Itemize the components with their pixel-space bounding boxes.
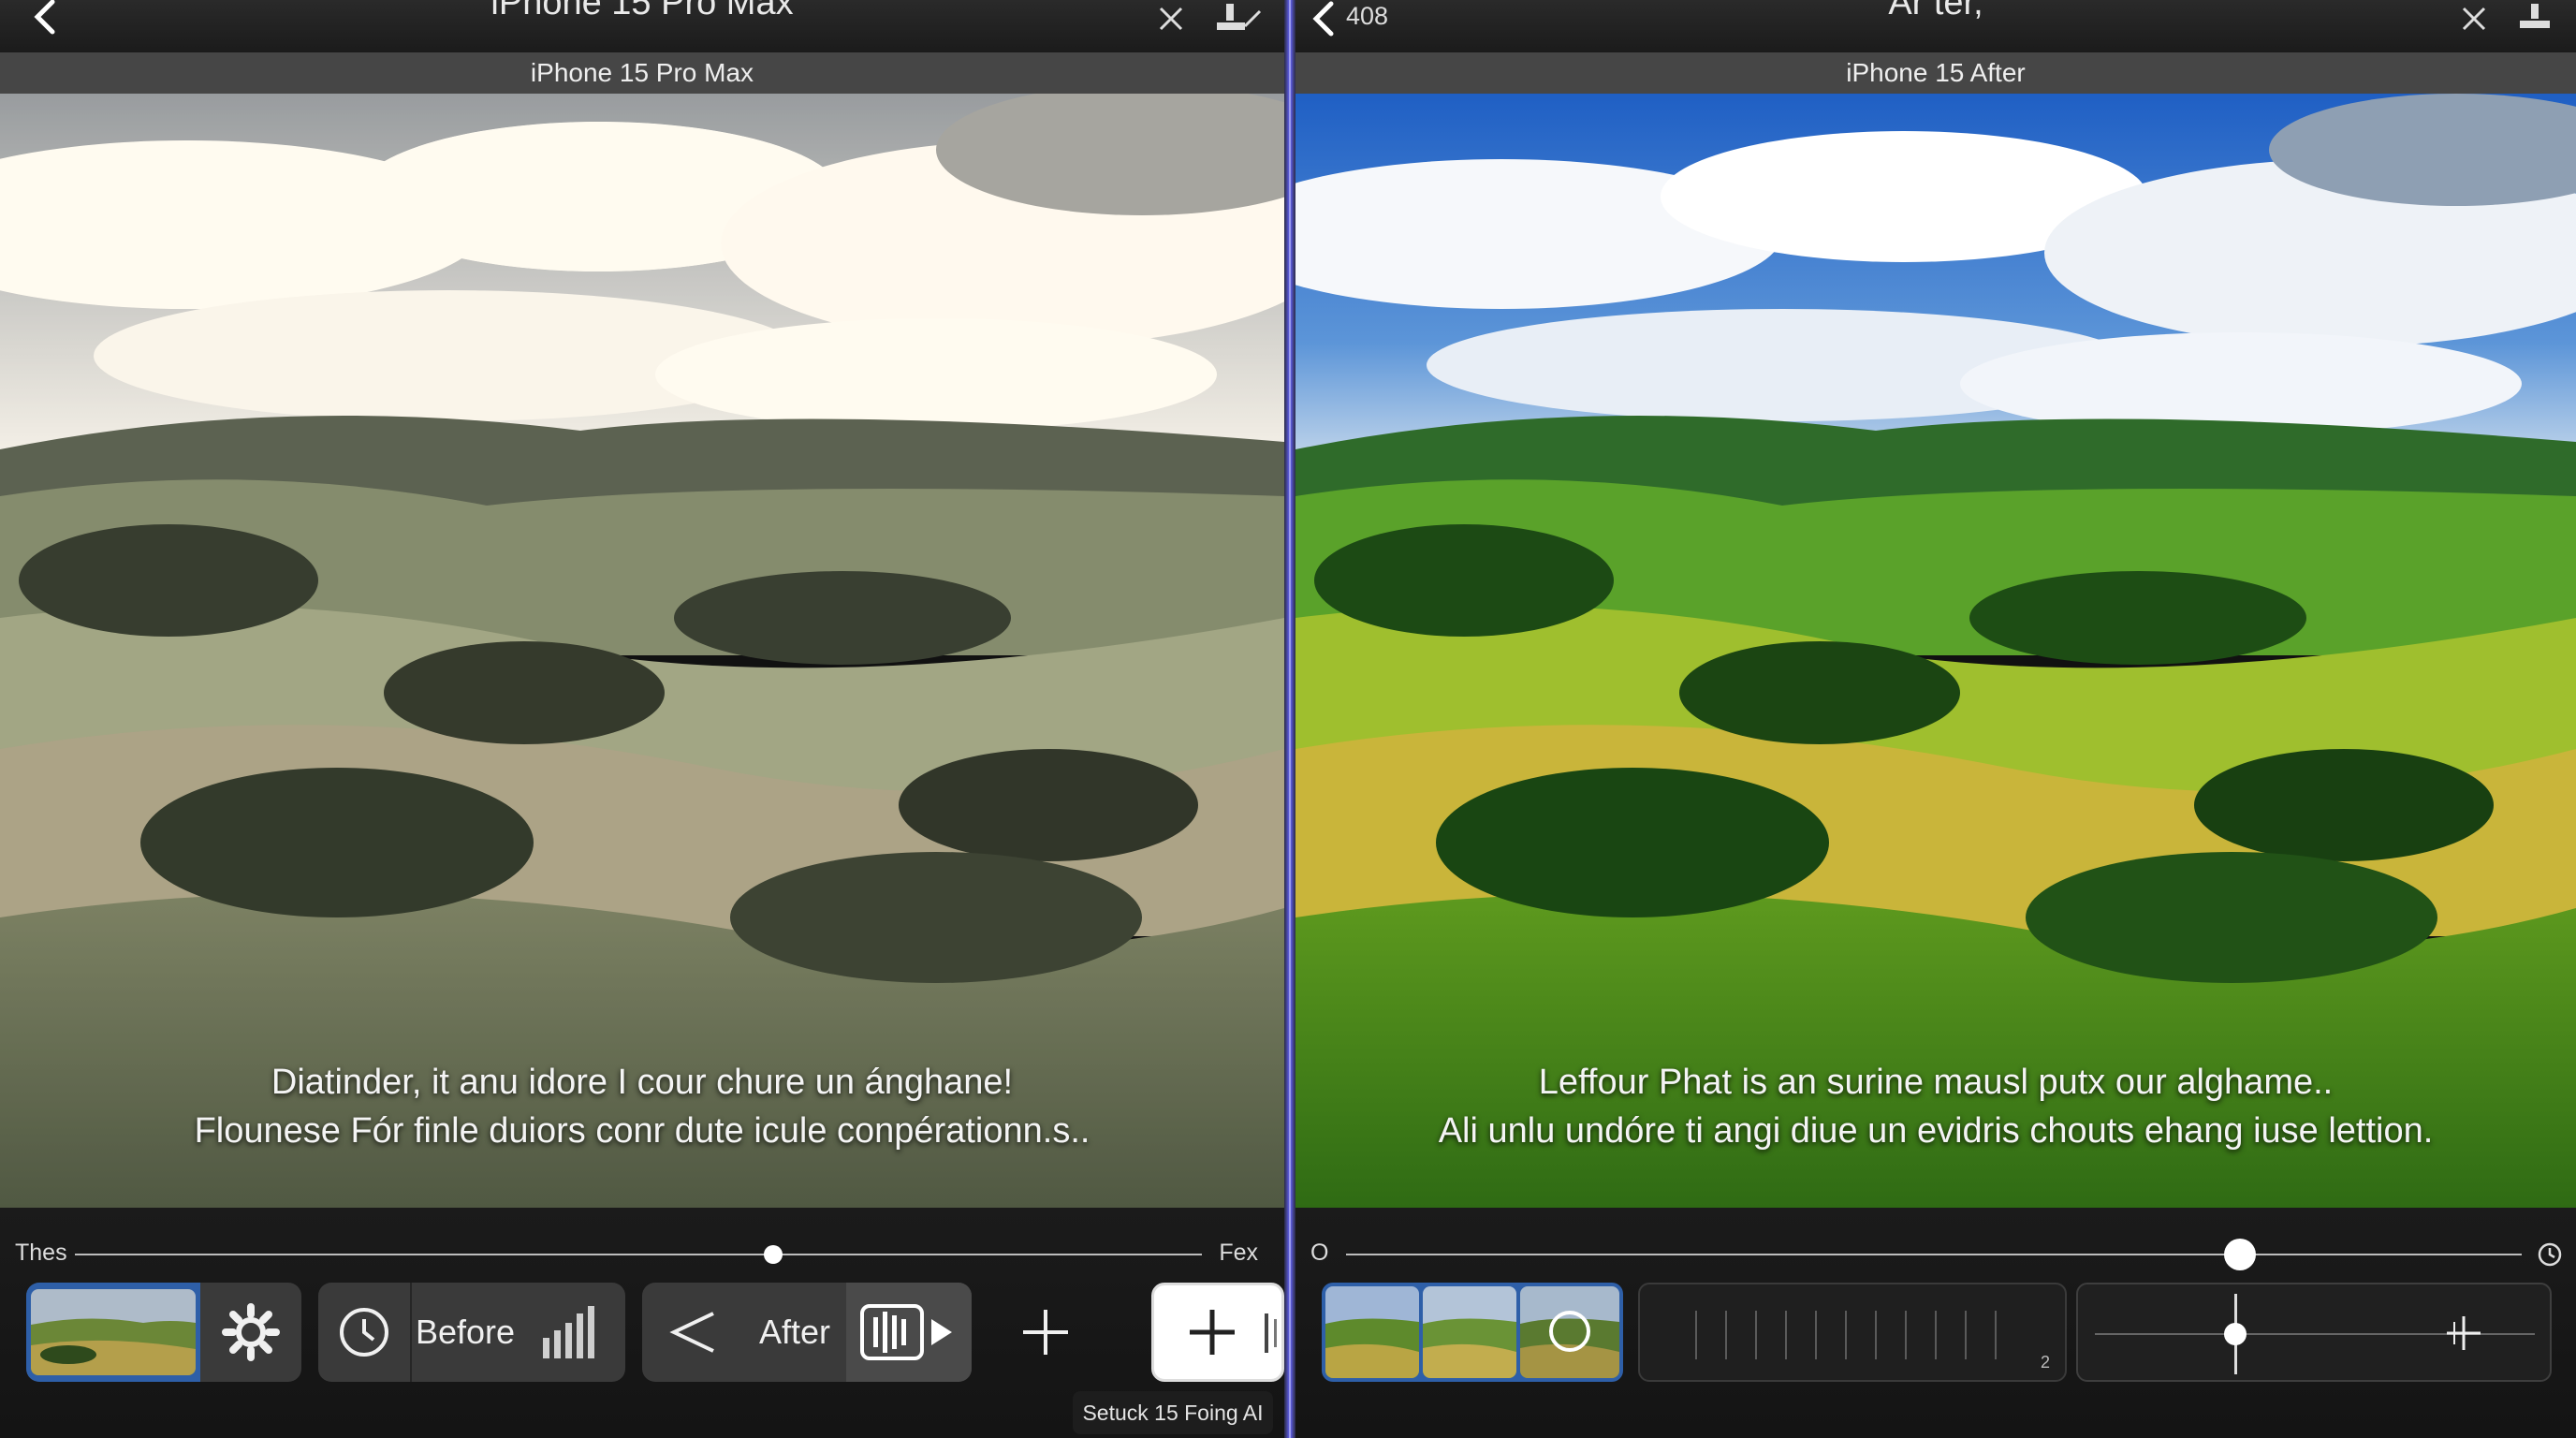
after-label: After	[758, 1313, 831, 1351]
plus-icon	[1023, 1310, 1068, 1355]
close-icon[interactable]	[2460, 5, 2488, 33]
preview-settings-group	[26, 1283, 301, 1382]
waveform-play-icon	[860, 1304, 952, 1360]
fine-knob[interactable]	[2224, 1323, 2247, 1345]
after-header: 408 Ar ter,	[1295, 0, 2576, 52]
split-divider[interactable]	[1284, 0, 1295, 1438]
slider-track[interactable]	[75, 1254, 1202, 1255]
fine-adjust-panel	[2076, 1283, 2552, 1382]
photo-thumbnail[interactable]	[26, 1283, 200, 1382]
slider-knob[interactable]	[2223, 1239, 2256, 1270]
header-title: Ar ter,	[1888, 0, 1983, 22]
plus-icon	[1190, 1310, 1235, 1355]
share-icon	[669, 1312, 714, 1353]
before-caption: Diatinder, it anu idore I cour chure un …	[0, 1058, 1284, 1155]
slider-min-label: Thes	[15, 1240, 67, 1266]
header-tools	[1157, 2, 1264, 36]
settings-button[interactable]	[200, 1283, 301, 1382]
before-button[interactable]: Before	[412, 1283, 519, 1382]
variant-thumbnails	[1322, 1283, 1623, 1382]
levels-button[interactable]	[519, 1283, 623, 1382]
gear-icon	[222, 1303, 280, 1361]
tripod-icon[interactable]	[2516, 2, 2555, 36]
caption-line-2: Flounese Fór finle duiors conr dute icul…	[194, 1111, 1090, 1151]
variant-thumbnail-selected[interactable]	[1520, 1286, 1619, 1378]
share-button[interactable]	[642, 1283, 743, 1382]
slider-max-label: Fex	[1219, 1240, 1258, 1266]
variant-thumbnail[interactable]	[1423, 1286, 1516, 1378]
before-label: Before	[415, 1313, 516, 1351]
slider-knob[interactable]	[764, 1245, 783, 1264]
after-caption: Leffour Phat is an surine mausl putx our…	[1295, 1058, 2576, 1155]
strength-slider[interactable]: Thes Fex	[0, 1236, 1284, 1273]
before-subheader: iPhone 15 Pro Max	[0, 52, 1284, 94]
before-photo	[0, 94, 1284, 1208]
caption-line-1: Diatinder, it anu idore I cour chure un …	[271, 1063, 1014, 1102]
caption-line-2: Ali unlu undóre ti angi diue un evidris …	[1438, 1111, 2434, 1151]
bars-icon	[543, 1306, 594, 1358]
timer-icon[interactable]	[2537, 1241, 2563, 1268]
variant-thumbnail[interactable]	[1325, 1286, 1419, 1378]
after-group: After	[642, 1283, 972, 1382]
before-pane: iPhone 15 Pro Max iPhone 15 Pro Max Diat…	[0, 0, 1284, 1438]
after-subheader: iPhone 15 After	[1295, 52, 2576, 94]
ruler-number: 2	[2040, 1353, 2050, 1372]
before-header: iPhone 15 Pro Max	[0, 0, 1284, 52]
compare-play-button[interactable]	[846, 1283, 972, 1382]
caption-line-1: Leffour Phat is an surine mausl putx our…	[1538, 1063, 2334, 1102]
status-label: Setuck 15 Foing AI	[1073, 1391, 1273, 1434]
history-button[interactable]	[318, 1283, 410, 1382]
after-photo	[1295, 94, 2576, 1208]
header-title: iPhone 15 Pro Max	[490, 0, 794, 22]
before-group: Before	[318, 1283, 625, 1382]
slider-min-label: O	[1310, 1240, 1329, 1266]
tripod-icon[interactable]	[1213, 2, 1264, 36]
ruler-panel[interactable]: 2	[1638, 1283, 2067, 1382]
close-icon[interactable]	[1157, 5, 1185, 33]
clock-icon	[340, 1308, 388, 1357]
add-card-button[interactable]	[1151, 1283, 1284, 1382]
header-tools	[2460, 2, 2555, 36]
add-button[interactable]	[1015, 1301, 1076, 1363]
after-controls: O 2	[1295, 1208, 2576, 1438]
after-button[interactable]: After	[743, 1283, 846, 1382]
slider-track[interactable]	[1346, 1254, 2522, 1255]
after-pane: 408 Ar ter, iPhone 15 After Leffour Phat…	[1295, 0, 2576, 1438]
crosshair-plus-icon[interactable]	[2445, 1314, 2482, 1352]
intensity-slider[interactable]: O	[1295, 1236, 2576, 1273]
